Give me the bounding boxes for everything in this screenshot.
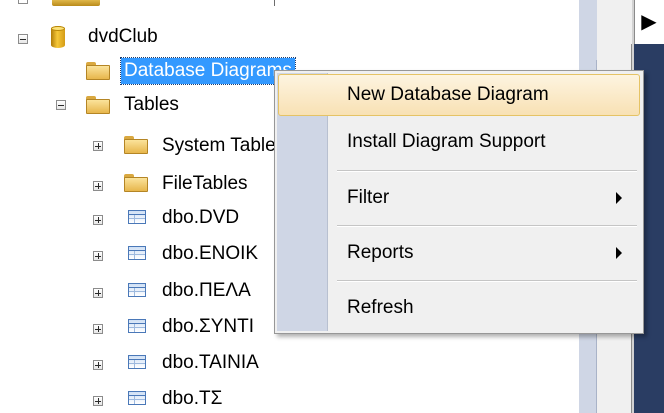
tree-node-filetables[interactable]: FileTables xyxy=(159,169,251,199)
submenu-arrow-icon xyxy=(616,247,622,259)
table-label: dbo.ΤΑΙΝΙΑ xyxy=(162,352,259,373)
system-tables-expand-toggle[interactable] xyxy=(93,141,103,151)
table-icon xyxy=(128,319,146,333)
context-menu: New Database Diagram Install Diagram Sup… xyxy=(274,70,644,334)
table-label: dbo.DVD xyxy=(162,207,240,228)
table-expand-toggle[interactable] xyxy=(93,396,103,406)
filetables-label: FileTables xyxy=(162,173,248,194)
folder-icon xyxy=(124,136,148,154)
database-icon xyxy=(51,26,65,48)
folder-icon xyxy=(124,174,148,192)
menu-item-label: Install Diagram Support xyxy=(347,131,546,152)
menu-separator xyxy=(337,170,637,172)
table-icon xyxy=(128,355,146,369)
menu-item-label: Refresh xyxy=(347,297,414,318)
tree-node-tables[interactable]: Tables xyxy=(121,90,182,120)
table-expand-toggle[interactable] xyxy=(93,324,103,334)
database-name: dvdClub xyxy=(88,26,158,47)
tree-node-system-tables[interactable]: System Tables xyxy=(159,131,288,161)
menu-item-new-database-diagram[interactable]: New Database Diagram xyxy=(278,74,640,116)
table-icon xyxy=(128,283,146,297)
database-diagrams-label: Database Diagrams xyxy=(120,57,296,85)
partial-node-marker xyxy=(274,0,275,6)
menu-item-label: Reports xyxy=(347,242,414,263)
menu-separator xyxy=(337,280,637,282)
table-label: dbo.ΤΣ xyxy=(162,388,223,409)
tables-label: Tables xyxy=(124,94,179,115)
menu-item-filter[interactable]: Filter xyxy=(278,177,640,219)
table-icon xyxy=(128,246,146,260)
tree-node-database-diagrams[interactable]: Database Diagrams xyxy=(120,56,296,86)
menu-item-reports[interactable]: Reports xyxy=(278,232,640,274)
menu-item-label: Filter xyxy=(347,187,390,208)
tree-node-table[interactable]: dbo.ΤΑΙΝΙΑ xyxy=(159,348,262,378)
database-collapse-toggle[interactable] xyxy=(18,34,28,44)
table-label: dbo.ΠΕΛΑ xyxy=(162,280,251,301)
submenu-arrow-icon xyxy=(616,192,622,204)
tree-node-table[interactable]: dbo.ΤΣ xyxy=(159,384,225,413)
table-label: dbo.ΕΝΟΙΚ xyxy=(162,243,259,264)
tree-node-table[interactable]: dbo.ΠΕΛΑ xyxy=(159,276,254,306)
table-expand-toggle[interactable] xyxy=(93,360,103,370)
tree-node-table[interactable]: dbo.ΣΥΝΤΙ xyxy=(159,312,257,342)
menu-item-install-diagram-support[interactable]: Install Diagram Support xyxy=(278,121,640,163)
menu-item-refresh[interactable]: Refresh xyxy=(278,287,640,329)
table-icon xyxy=(128,210,146,224)
object-explorer-window: dvdClub Database Diagrams Tables System … xyxy=(0,0,664,413)
collapsed-expander-partial[interactable] xyxy=(18,0,28,4)
table-expand-toggle[interactable] xyxy=(93,251,103,261)
tables-collapse-toggle[interactable] xyxy=(56,100,66,110)
tree-node-table[interactable]: dbo.DVD xyxy=(159,203,242,233)
folder-icon xyxy=(86,62,110,80)
table-label: dbo.ΣΥΝΤΙ xyxy=(162,316,255,337)
system-tables-label: System Tables xyxy=(162,135,286,156)
tree-node-table[interactable]: dbo.ΕΝΟΙΚ xyxy=(159,239,261,269)
menu-item-label: New Database Diagram xyxy=(347,84,549,105)
play-arrow-icon[interactable]: ▶ xyxy=(634,4,664,40)
table-icon xyxy=(128,391,146,405)
partial-node-icon xyxy=(52,0,100,6)
table-expand-toggle[interactable] xyxy=(93,288,103,298)
folder-icon xyxy=(86,96,110,114)
filetables-expand-toggle[interactable] xyxy=(93,181,103,191)
menu-separator xyxy=(337,225,637,227)
tree-node-database[interactable]: dvdClub xyxy=(85,22,161,52)
table-expand-toggle[interactable] xyxy=(93,215,103,225)
